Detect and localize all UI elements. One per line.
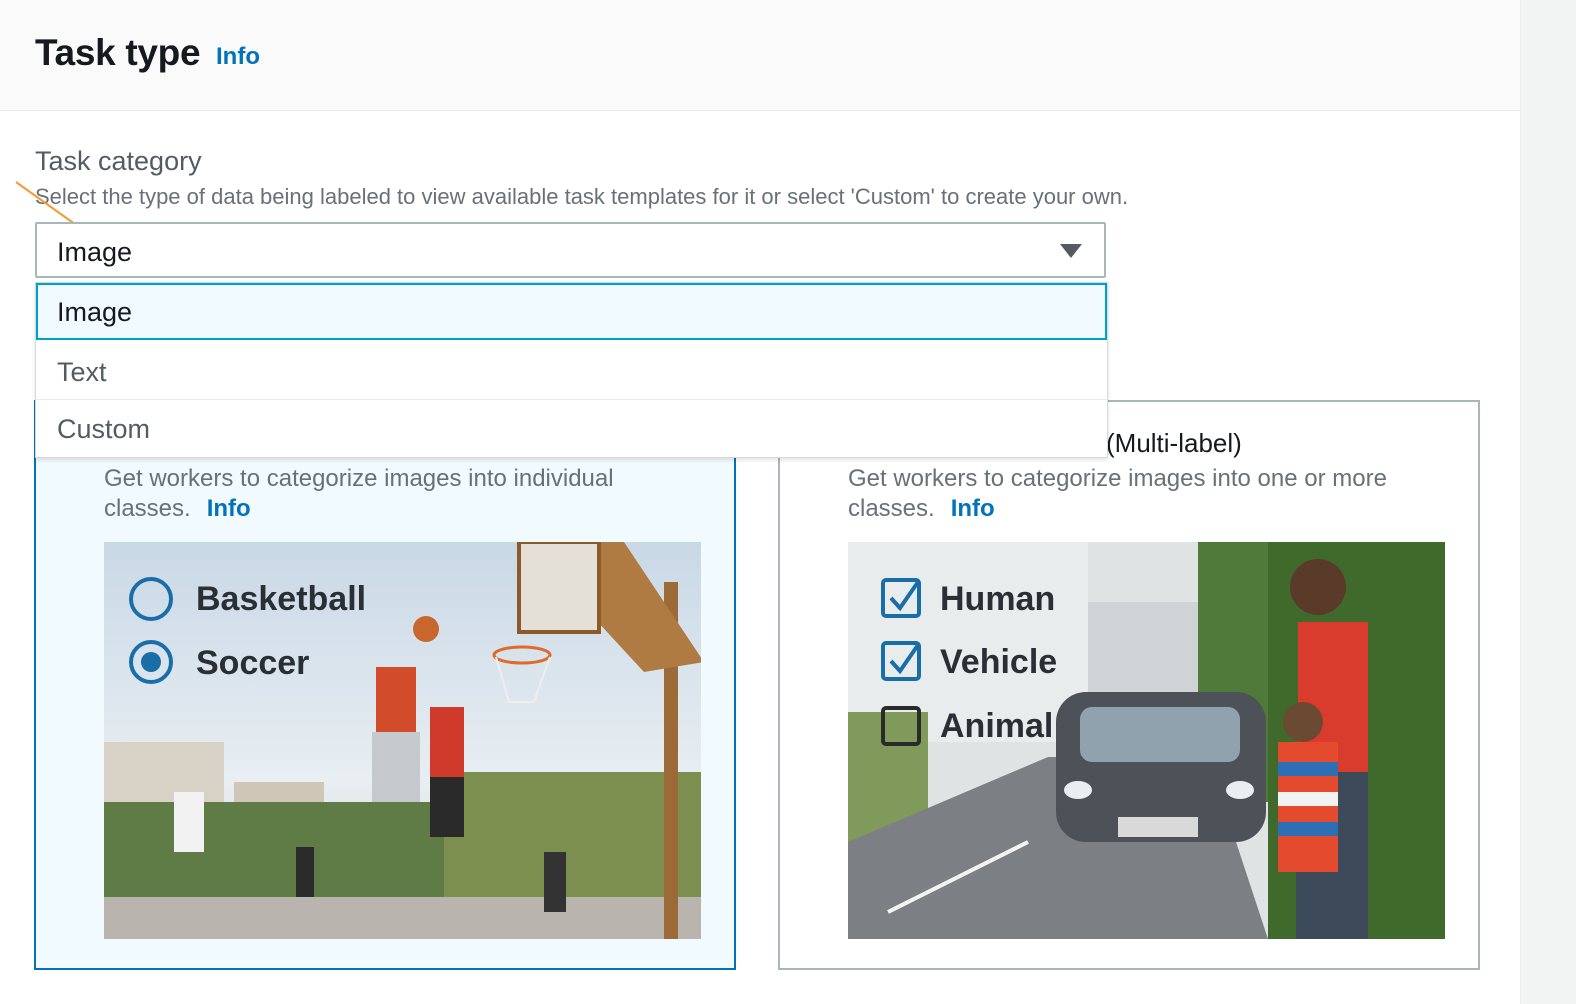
task-card-single-label[interactable]: Get workers to categorize images into in… bbox=[34, 400, 736, 970]
car-street-photo-image: Human Vehicle Animal bbox=[848, 542, 1445, 939]
card-info-link[interactable]: Info bbox=[951, 495, 995, 522]
task-category-description: Select the type of data being labeled to… bbox=[35, 184, 1129, 209]
task-category-select[interactable]: Image bbox=[35, 222, 1106, 278]
scrollbar-gutter[interactable] bbox=[1520, 0, 1576, 1004]
task-category-selected-value: Image bbox=[57, 237, 133, 267]
dropdown-option-text[interactable]: Text bbox=[36, 343, 1107, 400]
dropdown-option-image[interactable]: Image bbox=[36, 283, 1107, 340]
dropdown-option-custom[interactable]: Custom bbox=[36, 399, 1107, 456]
card-info-link[interactable]: Info bbox=[207, 495, 251, 522]
illustration-label-human: Human bbox=[940, 580, 1055, 618]
caret-down-icon bbox=[1060, 244, 1082, 258]
illustration-label-soccer: Soccer bbox=[196, 644, 309, 682]
card-description: Get workers to categorize images into on… bbox=[848, 465, 1387, 522]
vehicle-illustration: Human Vehicle Animal bbox=[848, 542, 1445, 939]
illustration-label-vehicle: Vehicle bbox=[940, 643, 1057, 681]
basketball-illustration: Basketball Soccer bbox=[104, 542, 701, 939]
panel-header: Task type Info bbox=[0, 0, 1520, 111]
card-title: (Multi-label) bbox=[1106, 428, 1242, 458]
page-title: Task type bbox=[35, 32, 201, 73]
card-description: Get workers to categorize images into in… bbox=[104, 465, 614, 522]
header-info-link[interactable]: Info bbox=[216, 43, 260, 71]
illustration-label-basketball: Basketball bbox=[196, 580, 366, 618]
basketball-photo-image: Basketball Soccer bbox=[104, 542, 701, 939]
illustration-label-animal: Animal bbox=[940, 707, 1053, 745]
task-card-multi-label[interactable]: (Multi-label) Get workers to categorize … bbox=[778, 400, 1480, 970]
task-category-dropdown: Image Text Custom bbox=[35, 282, 1108, 458]
task-category-label: Task category bbox=[35, 146, 202, 176]
